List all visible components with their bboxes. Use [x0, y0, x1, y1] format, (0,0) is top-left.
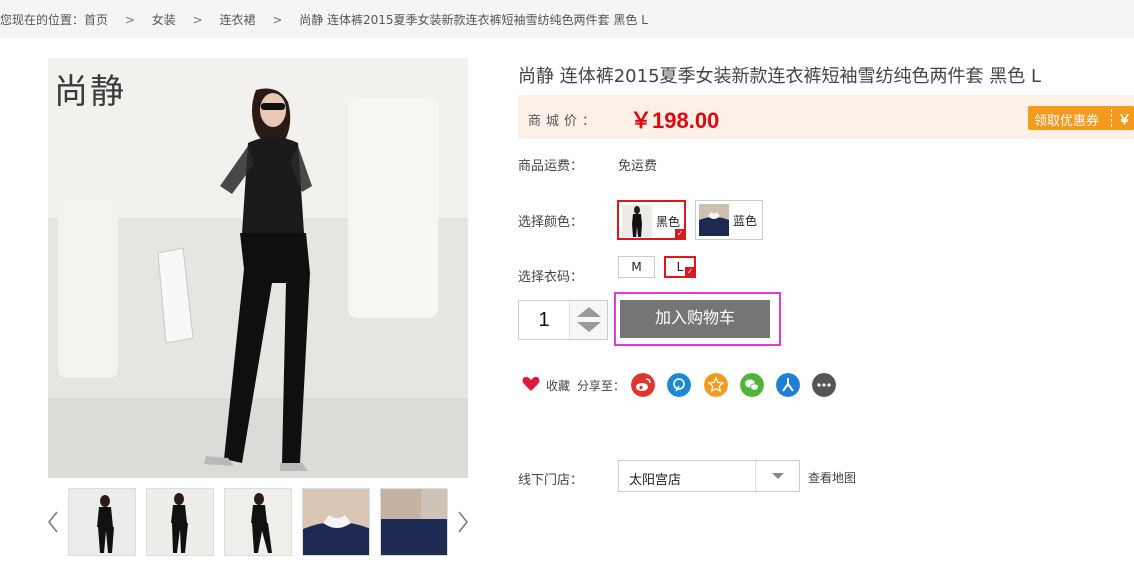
color-option-blue[interactable]: 蓝色	[695, 200, 763, 240]
coupon-divider	[1111, 109, 1112, 127]
color-name: 蓝色	[733, 214, 758, 228]
breadcrumb-separator: >	[192, 13, 203, 27]
coupon-yen-icon: ￥	[1118, 113, 1132, 128]
color-swatch-black	[622, 205, 652, 237]
store-select[interactable]: 太阳宫店	[618, 460, 800, 492]
breadcrumb-item-dresses[interactable]: 连衣裙	[219, 11, 255, 28]
color-name: 黑色	[656, 215, 681, 229]
renren-icon[interactable]	[776, 373, 800, 397]
view-map-link[interactable]: 查看地图	[808, 469, 856, 486]
price-value: ￥198.00	[630, 108, 720, 133]
breadcrumb-separator: >	[272, 13, 283, 27]
breadcrumb: 您现在的位置：首页 > 女装 > 连衣裙 > 尚静 连体裤2015夏季女装新款连…	[0, 11, 648, 28]
decrease-arrow-icon[interactable]	[577, 322, 601, 332]
favorite-label[interactable]: 收藏	[546, 377, 570, 394]
product-main-image[interactable]: 尚静	[48, 58, 468, 478]
color-swatch-blue	[699, 204, 729, 236]
thumbnail-image	[225, 489, 291, 555]
chevron-right-icon	[458, 511, 468, 533]
breadcrumb-item-current: 尚静 连体裤2015夏季女装新款连衣裤短袖雪纺纯色两件套 黑色 L	[299, 13, 648, 27]
thumbnail-next-arrow[interactable]	[456, 510, 470, 534]
shipping-value: 免运费	[618, 159, 658, 174]
store-label: 线下门店：	[518, 473, 584, 488]
thumbnail-image	[381, 489, 447, 555]
more-icon[interactable]	[812, 373, 836, 397]
add-to-cart-highlight: 加入购物车	[614, 292, 781, 346]
qzone-icon[interactable]	[704, 373, 728, 397]
wechat-icon[interactable]	[740, 373, 764, 397]
coupon-label: 领取优惠券	[1034, 114, 1100, 129]
selected-check-icon: ✓	[685, 267, 695, 277]
size-option-l[interactable]: L ✓	[664, 256, 696, 278]
size-label: 选择衣码：	[518, 270, 584, 285]
thumbnail-image	[69, 489, 135, 555]
shipping-label: 商品运费：	[518, 159, 584, 174]
brand-logo: 尚静	[54, 72, 126, 112]
share-label: 分享至：	[577, 379, 626, 393]
color-label: 选择颜色：	[518, 215, 584, 230]
price-bar: 商城价： ￥198.00 领取优惠券 ￥	[518, 95, 1134, 139]
increase-arrow-icon[interactable]	[577, 307, 601, 317]
thumbnail-5[interactable]	[380, 488, 448, 556]
favorite-share-row: 收藏 分享至：	[522, 372, 852, 398]
chevron-left-icon	[48, 511, 58, 533]
breadcrumb-home[interactable]: 您现在的位置：首页	[0, 11, 108, 28]
breadcrumb-item-womenswear[interactable]: 女装	[152, 11, 176, 28]
size-option-m[interactable]: M	[618, 256, 655, 278]
quantity-input[interactable]	[519, 301, 569, 339]
thumbnail-2[interactable]	[146, 488, 214, 556]
weibo-icon[interactable]	[631, 373, 655, 397]
thumbnail-1[interactable]	[68, 488, 136, 556]
get-coupon-button[interactable]: 领取优惠券 ￥	[1028, 106, 1134, 130]
breadcrumb-bar: 您现在的位置：首页 > 女装 > 连衣裙 > 尚静 连体裤2015夏季女装新款连…	[0, 0, 1134, 38]
thumbnail-prev-arrow[interactable]	[46, 510, 60, 534]
selected-check-icon: ✓	[675, 229, 685, 239]
thumbnail-image	[147, 489, 213, 555]
thumbnail-3[interactable]	[224, 488, 292, 556]
quantity-stepper	[518, 300, 608, 340]
chevron-down-icon	[772, 473, 784, 479]
price-label: 商城价：	[528, 114, 601, 129]
quantity-arrows	[569, 301, 607, 339]
size-name: L	[676, 260, 684, 274]
thumbnail-image	[303, 489, 369, 555]
product-photo	[48, 58, 468, 478]
tencent-weibo-icon[interactable]	[667, 373, 691, 397]
store-value: 太阳宫店	[629, 473, 682, 488]
thumbnail-4[interactable]	[302, 488, 370, 556]
add-to-cart-button[interactable]: 加入购物车	[620, 300, 770, 338]
heart-icon[interactable]	[522, 376, 540, 392]
breadcrumb-separator: >	[124, 13, 135, 27]
color-option-black[interactable]: 黑色 ✓	[617, 200, 686, 240]
product-title: 尚静 连体裤2015夏季女装新款连衣裤短袖雪纺纯色两件套 黑色 L	[518, 66, 1041, 87]
store-dropdown-toggle[interactable]	[755, 461, 799, 491]
